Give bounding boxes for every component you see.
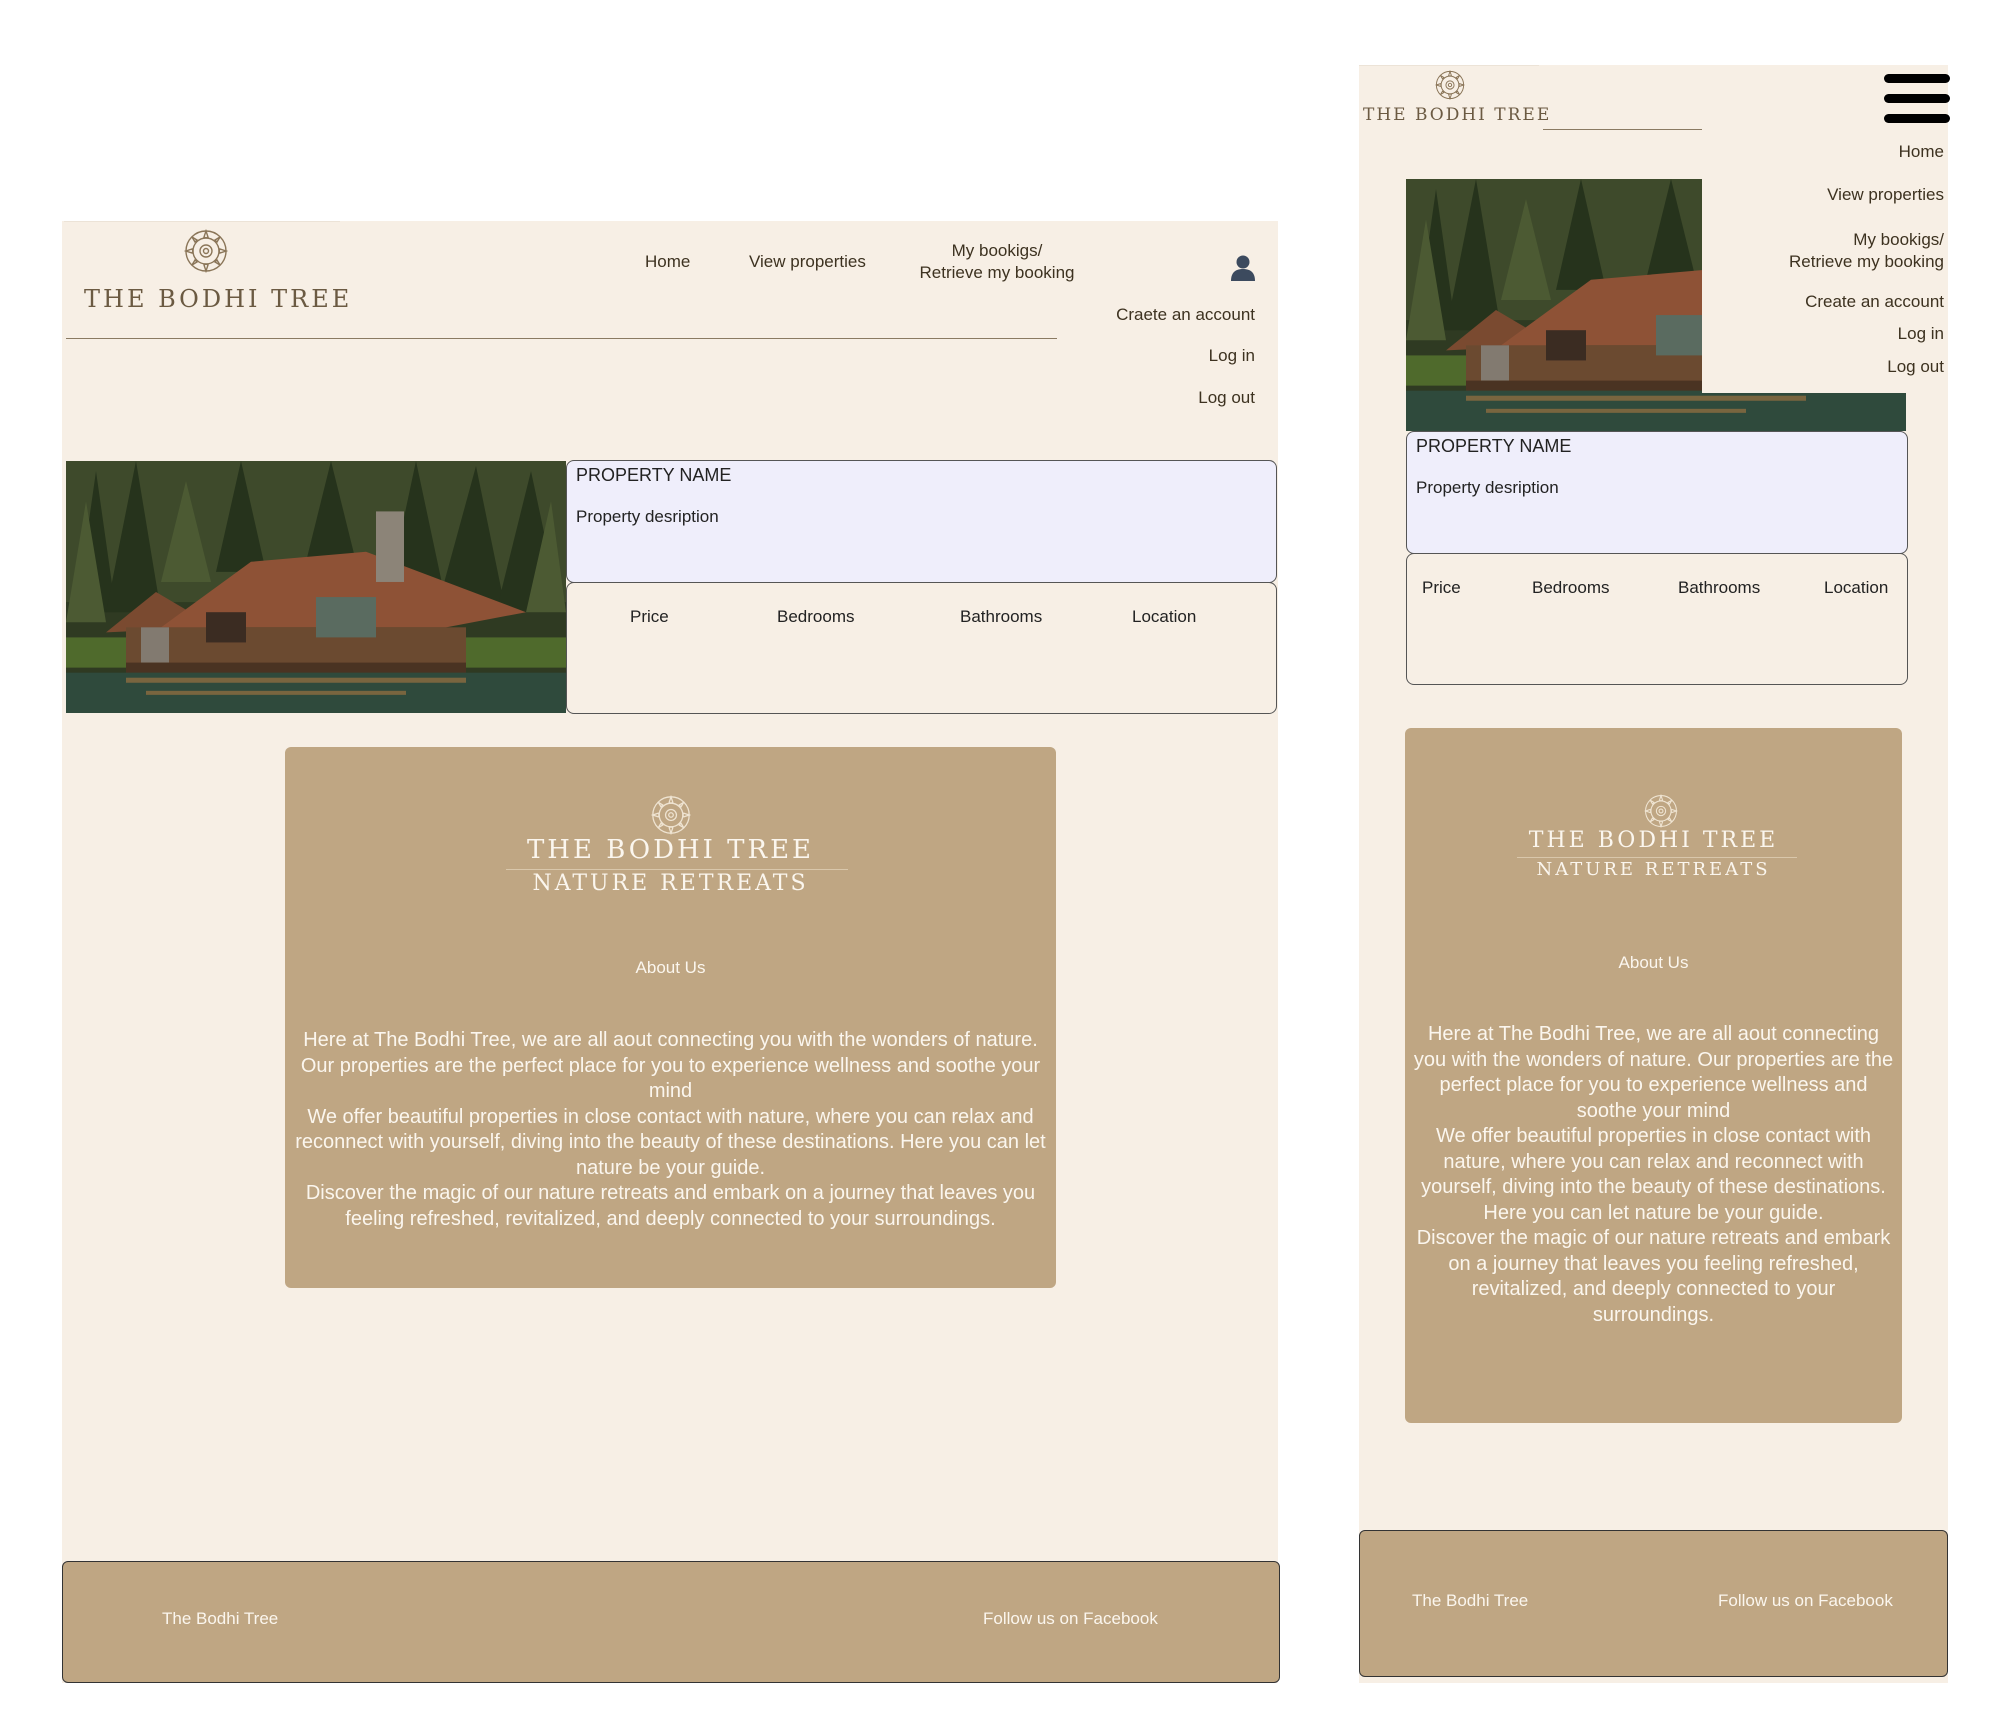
nav-create-account[interactable]: Craete an account <box>1067 305 1255 325</box>
attr-location: Location <box>1132 607 1197 626</box>
property-info-box: PROPERTY NAME Property desription <box>566 460 1277 583</box>
about-paragraph: Discover the magic of our nature retreat… <box>305 1182 1036 1230</box>
about-paragraph: Discover the magic of our nature retreat… <box>1416 1227 1891 1326</box>
property-attributes-box: Price Bedrooms Bathrooms Location <box>566 582 1277 714</box>
about-paragraph: We offer beautiful properties in close c… <box>1421 1125 1886 1224</box>
nav-my-bookings-line2[interactable]: Retrieve my booking <box>1702 252 1944 272</box>
nav-my-bookings[interactable]: My bookigs/ Retrieve my booking <box>907 241 1087 283</box>
about-us-panel: THE BODHI TREE NATURE RETREATS About Us … <box>285 747 1056 1288</box>
attr-price: Price <box>630 607 669 626</box>
property-description: Property desription <box>576 507 719 526</box>
footer: The Bodhi Tree Follow us on Facebook <box>62 1561 1280 1683</box>
attr-location: Location <box>1824 578 1889 597</box>
brand-name: THE BODHI TREE <box>84 285 353 313</box>
hamburger-menu-icon[interactable] <box>1884 74 1950 123</box>
mobile-nav-menu: Home View properties My bookigs/ Retriev… <box>1702 125 1948 393</box>
attr-bathrooms: Bathrooms <box>960 607 1043 626</box>
nav-view-properties[interactable]: View properties <box>749 252 866 272</box>
about-title: About Us <box>635 958 706 977</box>
property-name: PROPERTY NAME <box>576 465 732 485</box>
property-info-box: PROPERTY NAME Property desription <box>1406 431 1908 554</box>
about-us-panel: THE BODHI TREE NATURE RETREATS About Us … <box>1405 728 1902 1423</box>
brand-logo[interactable]: THE BODHI TREE <box>84 229 349 313</box>
about-brand-divider <box>1517 857 1797 858</box>
logo-divider <box>64 221 340 222</box>
nav-home[interactable]: Home <box>1702 142 1944 162</box>
attr-bedrooms: Bedrooms <box>777 607 855 626</box>
nav-home[interactable]: Home <box>645 252 690 272</box>
about-body: Here at The Bodhi Tree, we are all aout … <box>293 1028 1048 1232</box>
about-paragraph: Here at The Bodhi Tree, we are all aout … <box>300 1029 1041 1102</box>
nav-my-bookings-line1[interactable]: My bookigs/ <box>1702 230 1944 250</box>
attr-price: Price <box>1422 578 1461 597</box>
footer-brand[interactable]: The Bodhi Tree <box>162 1609 278 1629</box>
about-title: About Us <box>1618 953 1689 972</box>
property-description: Property desription <box>1416 478 1559 497</box>
nav-log-out[interactable]: Log out <box>1067 388 1255 408</box>
property-image[interactable] <box>66 461 566 713</box>
lotus-logo-icon <box>1644 794 1678 828</box>
footer-facebook-link[interactable]: Follow us on Facebook <box>983 1609 1158 1629</box>
footer: The Bodhi Tree Follow us on Facebook <box>1359 1530 1948 1677</box>
nav-my-bookings-line1: My bookigs/ <box>951 241 1043 260</box>
footer-brand[interactable]: The Bodhi Tree <box>1412 1591 1528 1611</box>
nav-my-bookings-line2: Retrieve my booking <box>919 263 1075 282</box>
about-body: Here at The Bodhi Tree, we are all aout … <box>1411 1022 1896 1328</box>
footer-facebook-link[interactable]: Follow us on Facebook <box>1718 1591 1893 1611</box>
about-paragraph: Here at The Bodhi Tree, we are all aout … <box>1413 1023 1894 1122</box>
about-brand-line2: NATURE RETREATS <box>532 871 809 896</box>
cabin-photo <box>66 461 566 713</box>
header-divider <box>66 338 1057 339</box>
user-icon[interactable] <box>1230 254 1256 282</box>
lotus-logo-icon <box>184 229 228 273</box>
brand-name: THE BODHI TREE <box>1363 105 1552 125</box>
lotus-logo-icon <box>651 795 691 835</box>
about-paragraph: We offer beautiful properties in close c… <box>295 1105 1046 1179</box>
nav-log-in[interactable]: Log in <box>1067 346 1255 366</box>
nav-log-in[interactable]: Log in <box>1702 324 1944 344</box>
lotus-logo-icon <box>1435 70 1465 100</box>
property-attributes-box: Price Bedrooms Bathrooms Location <box>1406 553 1908 685</box>
logo-divider <box>1359 65 1539 66</box>
brand-logo[interactable]: THE BODHI TREE <box>1363 68 1552 128</box>
about-brand-line2: NATURE RETREATS <box>1536 859 1771 880</box>
about-brand-line1: THE BODHI TREE <box>1528 828 1779 853</box>
nav-create-account[interactable]: Create an account <box>1702 292 1944 312</box>
mobile-frame: THE BODHI TREE Home View properties My b… <box>1359 65 1950 1683</box>
nav-view-properties[interactable]: View properties <box>1702 185 1944 205</box>
nav-log-out[interactable]: Log out <box>1702 357 1944 377</box>
about-brand-line1: THE BODHI TREE <box>526 835 815 865</box>
about-brand-divider <box>506 869 848 870</box>
desktop-frame: THE BODHI TREE Home View properties My b… <box>62 221 1280 1683</box>
property-name: PROPERTY NAME <box>1416 436 1572 456</box>
attr-bedrooms: Bedrooms <box>1532 578 1610 597</box>
attr-bathrooms: Bathrooms <box>1678 578 1761 597</box>
